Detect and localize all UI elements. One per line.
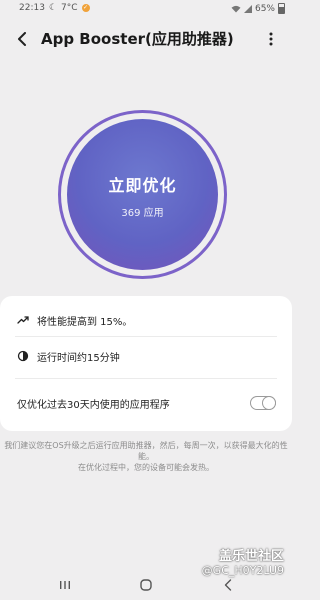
toggle-knob bbox=[262, 395, 276, 410]
more-options-button[interactable] bbox=[264, 29, 278, 49]
performance-row: 将性能提高到 15%。 bbox=[17, 306, 276, 334]
optimize-now-button[interactable]: 立即优化 369 应用 bbox=[67, 119, 218, 270]
recent-apps-toggle[interactable] bbox=[250, 395, 276, 410]
signal-icon bbox=[243, 4, 252, 13]
optimize-ring: 立即优化 369 应用 bbox=[58, 110, 227, 279]
battery-icon bbox=[278, 3, 285, 14]
runtime-row: 运行时间约15分钟 bbox=[17, 342, 276, 370]
runtime-text: 运行时间约15分钟 bbox=[37, 352, 120, 364]
status-time: 22:13 bbox=[19, 3, 45, 13]
status-left: 22:13 ☾ 7°C ✓ bbox=[19, 3, 90, 13]
divider bbox=[15, 336, 277, 337]
back-arrow-icon bbox=[18, 32, 26, 46]
timer-icon bbox=[17, 350, 29, 362]
more-vertical-icon bbox=[269, 32, 273, 46]
recent-apps-label: 仅优化过去30天内使用的应用程序 bbox=[17, 399, 170, 411]
recent-apps-button[interactable] bbox=[57, 577, 73, 593]
recent-apps-row[interactable]: 仅优化过去30天内使用的应用程序 bbox=[17, 389, 276, 417]
description-line-2: 在优化过程中，您的设备可能会发热。 bbox=[78, 463, 214, 472]
navigation-bar bbox=[0, 570, 292, 600]
trend-up-icon bbox=[17, 314, 29, 326]
home-icon bbox=[140, 579, 152, 591]
back-button[interactable] bbox=[12, 29, 32, 49]
info-card: 将性能提高到 15%。 运行时间约15分钟 仅优化过去30天内使用的应用程序 bbox=[0, 296, 292, 431]
wifi-icon bbox=[231, 5, 241, 12]
app-count: 369 应用 bbox=[121, 208, 164, 219]
battery-level: 65% bbox=[254, 3, 275, 14]
home-button[interactable] bbox=[138, 577, 154, 593]
page-title: App Booster(应用助推器) bbox=[41, 30, 234, 48]
recent-apps-icon bbox=[60, 581, 70, 589]
description-line-1: 我们建议您在OS升级之后运行应用助推器，然后，每周一次，以获得最大化的性能。 bbox=[4, 441, 288, 461]
divider bbox=[15, 378, 277, 379]
optimize-now-label: 立即优化 bbox=[108, 176, 177, 195]
status-bar: 22:13 ☾ 7°C ✓ 65% bbox=[0, 0, 292, 18]
watermark-line-1: 盖乐世社区 bbox=[218, 549, 284, 564]
status-right: 65% bbox=[231, 3, 285, 14]
moon-icon: ☾ bbox=[48, 3, 58, 13]
status-weather: 7°C bbox=[61, 3, 78, 13]
back-chevron-icon bbox=[224, 579, 232, 591]
notification-icon: ✓ bbox=[81, 4, 90, 12]
performance-text: 将性能提高到 15%。 bbox=[37, 316, 133, 328]
back-nav-button[interactable] bbox=[220, 577, 236, 593]
app-header: App Booster(应用助推器) bbox=[0, 24, 292, 54]
description: 我们建议您在OS升级之后运行应用助推器，然后，每周一次，以获得最大化的性能。 在… bbox=[4, 440, 288, 473]
